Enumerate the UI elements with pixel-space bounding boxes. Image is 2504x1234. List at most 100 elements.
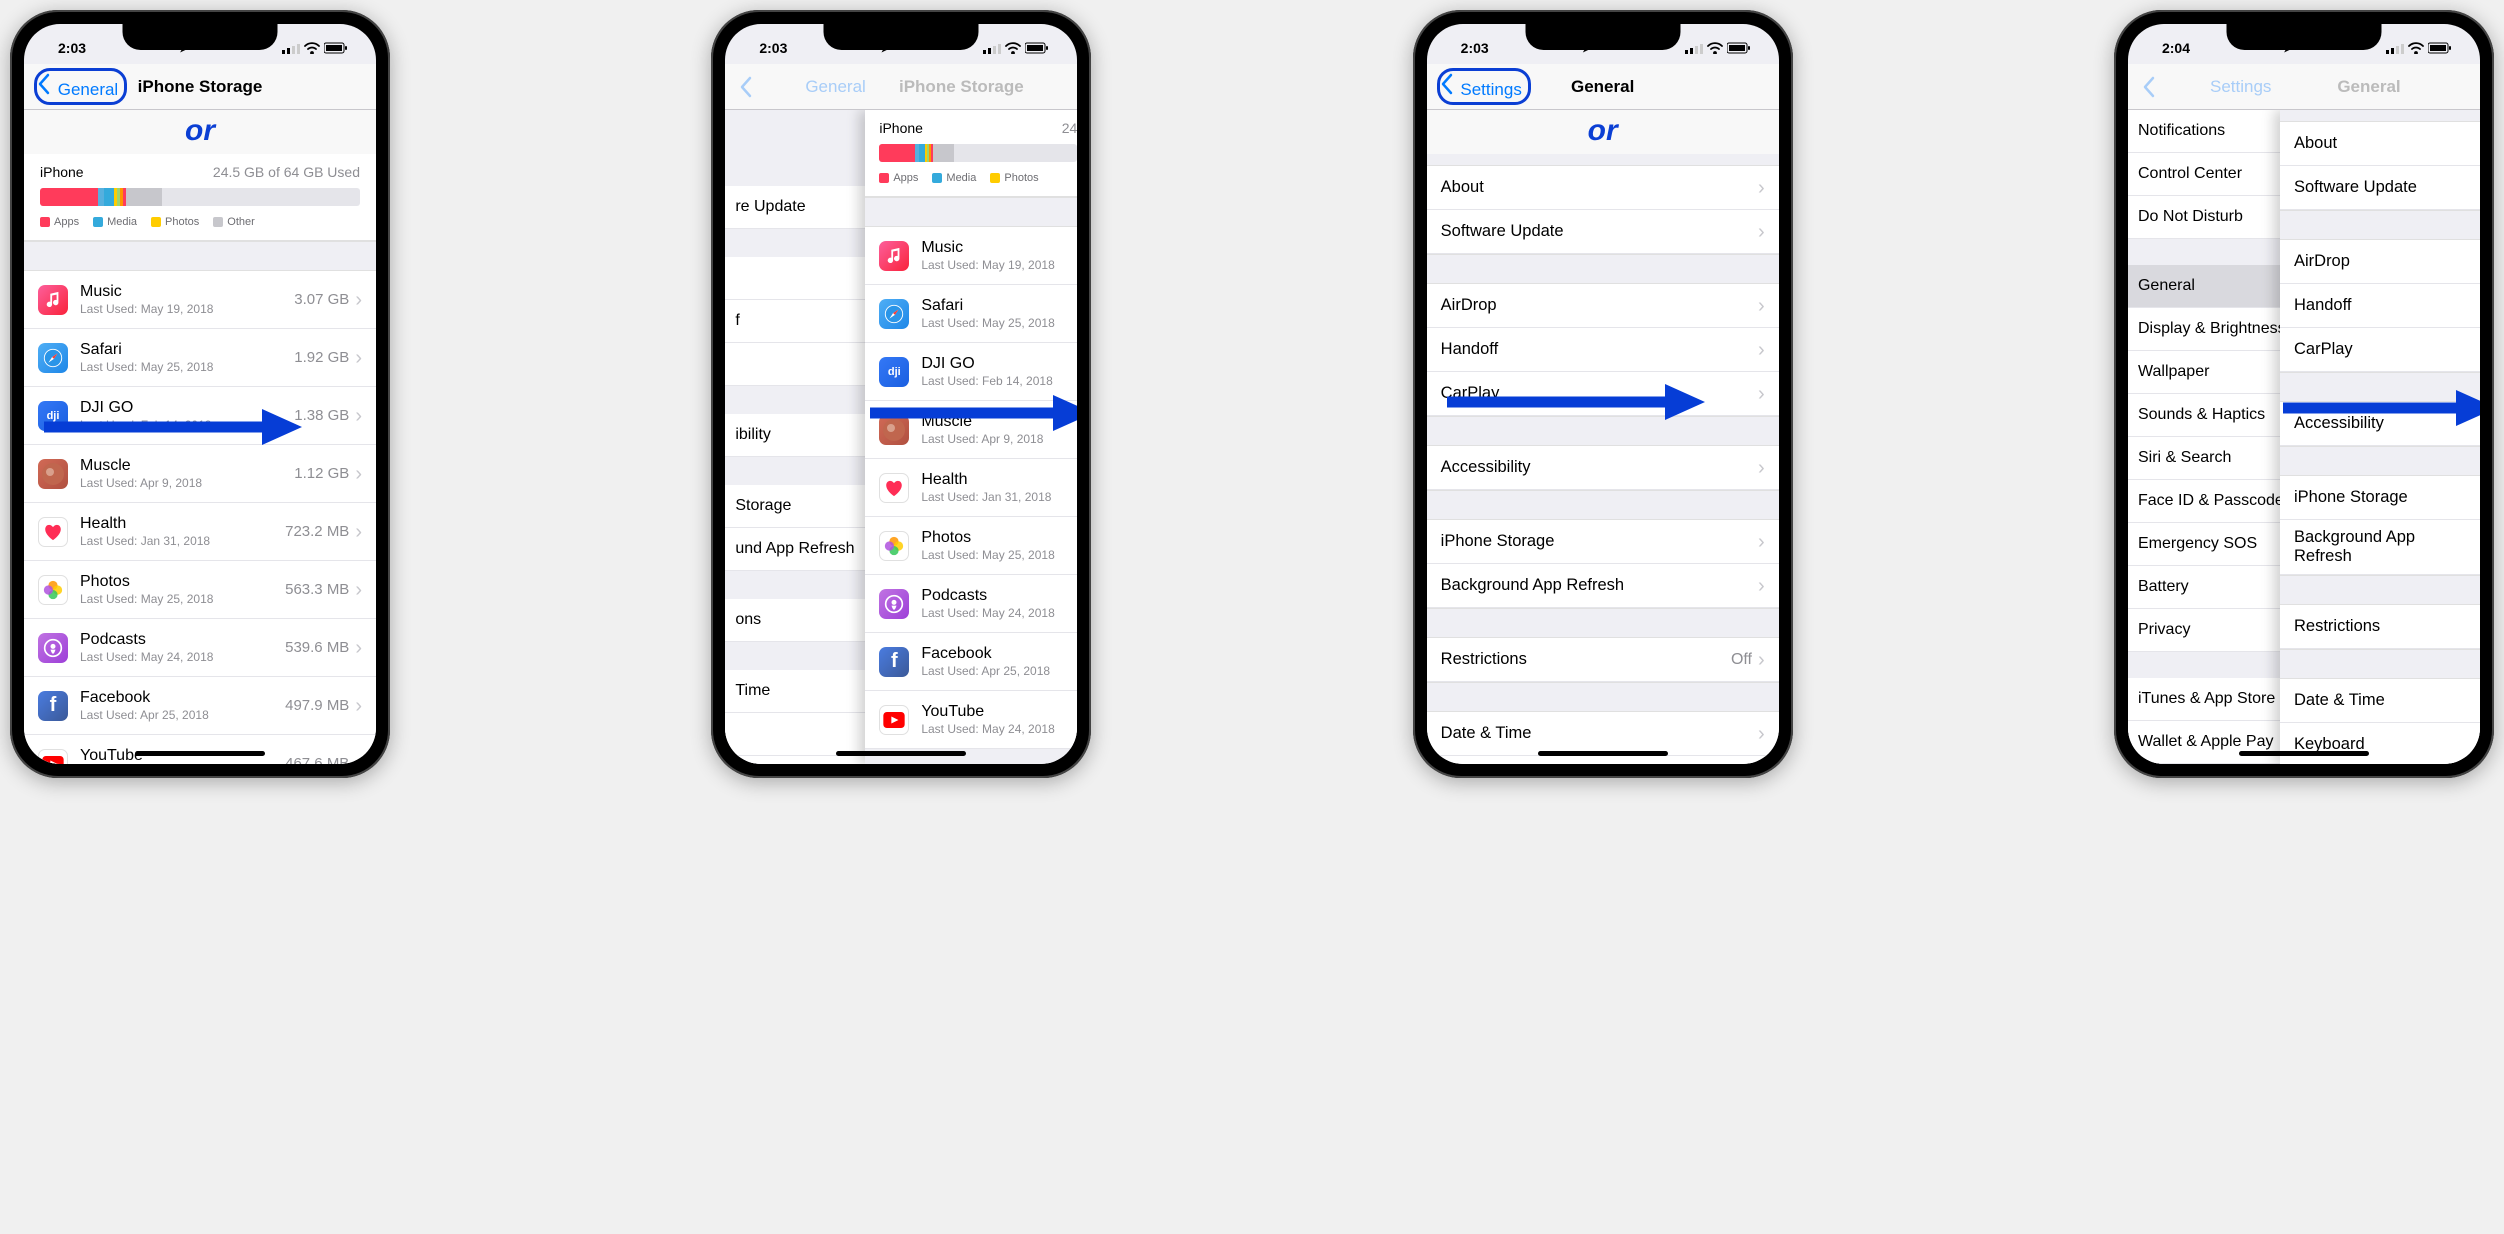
chevron-right-icon: › xyxy=(1758,222,1765,242)
back-button[interactable]: Settings xyxy=(1427,68,1531,105)
home-indicator[interactable] xyxy=(836,751,966,756)
settings-row-partial[interactable]: Face ID & Passcode xyxy=(2128,480,2286,523)
nav-title: General xyxy=(2258,77,2480,97)
settings-row-partial[interactable]: Sounds & Haptics xyxy=(2128,394,2286,437)
back-button[interactable]: Settings xyxy=(2128,76,2271,98)
back-button[interactable]: General xyxy=(725,76,865,98)
settings-row[interactable]: Keyboard xyxy=(2280,723,2480,764)
settings-row-partial[interactable]: Notifications xyxy=(2128,110,2286,153)
app-row[interactable]: PhotosLast Used: May 25, 2018 xyxy=(865,517,1077,575)
app-row[interactable]: PodcastsLast Used: May 24, 2018 xyxy=(865,575,1077,633)
cellular-icon xyxy=(983,42,1001,54)
status-time: 2:03 xyxy=(58,40,86,56)
settings-row[interactable]: Accessibility› xyxy=(1427,446,1779,490)
swatch-media xyxy=(93,217,103,227)
settings-row[interactable]: Background App Refresh› xyxy=(1427,564,1779,608)
app-row[interactable]: PhotosLast Used: May 25, 2018563.3 MB› xyxy=(24,561,376,619)
settings-row[interactable]: iPhone Storage xyxy=(2280,476,2480,520)
app-size: 563.3 MB xyxy=(285,581,349,598)
settings-row-partial[interactable]: Do Not Disturb xyxy=(2128,196,2286,239)
settings-row[interactable]: RestrictionsOff› xyxy=(1427,638,1779,682)
settings-row[interactable]: iPhone Storage› xyxy=(1427,520,1779,564)
settings-row-partial[interactable]: iTunes & App Store xyxy=(2128,678,2286,721)
battery-icon xyxy=(2428,42,2452,54)
chevron-right-icon: › xyxy=(355,522,362,542)
chevron-right-icon: › xyxy=(355,580,362,600)
app-name: Muscle xyxy=(80,457,294,475)
settings-row-partial[interactable] xyxy=(725,343,885,386)
settings-row-partial[interactable] xyxy=(725,257,885,300)
storage-used: 24 xyxy=(1062,120,1078,136)
chevron-right-icon: › xyxy=(1758,724,1765,744)
row-label: Software Update xyxy=(1441,222,1758,241)
settings-row[interactable]: About› xyxy=(1427,166,1779,210)
status-time: 2:03 xyxy=(759,40,787,56)
app-row[interactable]: MuscleLast Used: Apr 9, 20181.12 GB› xyxy=(24,445,376,503)
settings-row-partial[interactable]: Battery xyxy=(2128,566,2286,609)
app-last-used: Last Used: Jan 31, 2018 xyxy=(921,490,1063,504)
app-last-used: Last Used: Apr 25, 2018 xyxy=(921,664,1063,678)
settings-row-partial[interactable]: Privacy xyxy=(2128,609,2286,652)
settings-row-partial[interactable]: Wallpaper xyxy=(2128,351,2286,394)
settings-row-partial[interactable]: und App Refresh xyxy=(725,528,885,571)
or-annotation: or xyxy=(1427,110,1779,154)
settings-row[interactable]: Handoff xyxy=(2280,284,2480,328)
chevron-right-icon: › xyxy=(355,290,362,310)
settings-row-partial[interactable]: Display & Brightness xyxy=(2128,308,2286,351)
home-indicator[interactable] xyxy=(1538,751,1668,756)
app-row[interactable]: fFacebookLast Used: Apr 25, 2018497.9 MB… xyxy=(24,677,376,735)
settings-row-partial[interactable]: Siri & Search xyxy=(2128,437,2286,480)
app-row[interactable]: fFacebookLast Used: Apr 25, 2018 xyxy=(865,633,1077,691)
settings-row-partial[interactable] xyxy=(725,713,885,756)
app-row[interactable]: SafariLast Used: May 25, 2018 xyxy=(865,285,1077,343)
back-button[interactable]: General xyxy=(24,68,127,105)
settings-row[interactable]: Keyboard› xyxy=(1427,756,1779,764)
highlight-back: General xyxy=(34,68,127,105)
app-name: Podcasts xyxy=(921,587,1063,605)
settings-row[interactable]: About xyxy=(2280,122,2480,166)
row-label: Date & Time xyxy=(2294,691,2466,710)
settings-row-partial[interactable]: f xyxy=(725,300,885,343)
settings-row[interactable]: Software Update xyxy=(2280,166,2480,210)
chevron-left-icon xyxy=(37,73,51,95)
settings-row-partial[interactable]: Wallet & Apple Pay xyxy=(2128,721,2286,764)
navbar: Settings General xyxy=(2128,64,2480,110)
swatch-photos xyxy=(990,173,1000,183)
settings-row[interactable]: AirDrop› xyxy=(1427,284,1779,328)
app-row[interactable]: HealthLast Used: Jan 31, 2018 xyxy=(865,459,1077,517)
settings-row-partial[interactable]: Storage xyxy=(725,485,885,528)
location-icon: ➤ xyxy=(2283,42,2292,55)
row-label: Date & Time xyxy=(1441,724,1758,743)
app-row[interactable]: MusicLast Used: May 19, 2018 xyxy=(865,227,1077,285)
settings-row[interactable]: Software Update› xyxy=(1427,210,1779,254)
app-row[interactable]: MusicLast Used: May 19, 20183.07 GB› xyxy=(24,271,376,329)
settings-row-partial[interactable]: Time xyxy=(725,670,885,713)
settings-row[interactable]: Background App Refresh xyxy=(2280,520,2480,575)
settings-row[interactable]: Date & Time› xyxy=(1427,712,1779,756)
app-row[interactable]: HealthLast Used: Jan 31, 2018723.2 MB› xyxy=(24,503,376,561)
app-size: 1.12 GB xyxy=(294,465,349,482)
settings-row[interactable]: Restrictions xyxy=(2280,605,2480,649)
settings-row[interactable]: Date & Time xyxy=(2280,679,2480,723)
app-row[interactable]: SafariLast Used: May 25, 20181.92 GB› xyxy=(24,329,376,387)
settings-row-partial[interactable]: Emergency SOS xyxy=(2128,523,2286,566)
app-row[interactable]: YouTubeLast Used: May 24, 2018467.6 MB› xyxy=(24,735,376,764)
chevron-right-icon: › xyxy=(355,406,362,426)
row-label: About xyxy=(2294,134,2466,153)
cellular-icon xyxy=(2386,42,2404,54)
row-label: AirDrop xyxy=(1441,296,1758,315)
row-label: AirDrop xyxy=(2294,252,2466,271)
settings-row-partial[interactable]: e & Region xyxy=(725,756,885,764)
home-indicator[interactable] xyxy=(135,751,265,756)
settings-row[interactable]: CarPlay xyxy=(2280,328,2480,372)
settings-row-partial[interactable]: General xyxy=(2128,265,2286,308)
settings-row-partial[interactable]: ons xyxy=(725,599,885,642)
settings-row-partial[interactable]: re Update xyxy=(725,186,885,229)
home-indicator[interactable] xyxy=(2239,751,2369,756)
app-row[interactable]: YouTubeLast Used: May 24, 2018 xyxy=(865,691,1077,749)
settings-row[interactable]: AirDrop xyxy=(2280,240,2480,284)
settings-row[interactable]: Handoff› xyxy=(1427,328,1779,372)
settings-row-partial[interactable]: Control Center xyxy=(2128,153,2286,196)
app-row[interactable]: PodcastsLast Used: May 24, 2018539.6 MB› xyxy=(24,619,376,677)
settings-row-partial[interactable]: ibility xyxy=(725,414,885,457)
